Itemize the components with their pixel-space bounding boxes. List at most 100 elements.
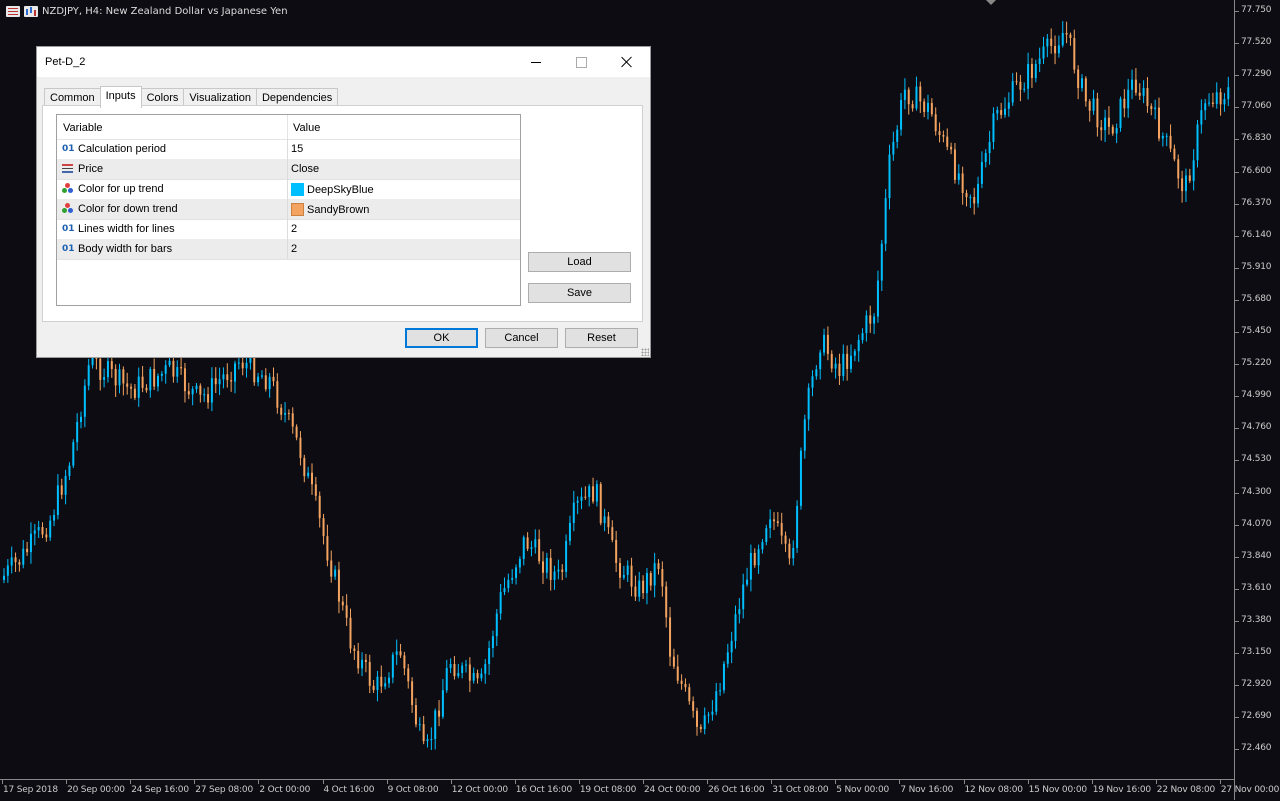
time-label: 31 Oct 08:00	[772, 785, 829, 795]
candle-body	[930, 102, 933, 115]
candle-body	[330, 560, 333, 577]
candle-body	[60, 485, 63, 495]
close-button[interactable]	[604, 47, 650, 77]
candle-body	[665, 586, 668, 618]
price-tick	[1235, 235, 1239, 237]
input-name: Color for up trend	[78, 183, 164, 195]
candle-body	[164, 365, 167, 374]
dialog-titlebar[interactable]: Pet-D_2	[37, 47, 650, 77]
resize-grip-icon[interactable]	[641, 348, 649, 356]
input-value[interactable]: 2	[291, 223, 297, 235]
candle-body	[684, 683, 687, 688]
chart-shift-marker[interactable]	[986, 0, 996, 5]
input-row-color-down-trend[interactable]: Color for down trend SandyBrown	[57, 199, 520, 220]
candle-body	[476, 673, 479, 679]
chart-type-icon[interactable]	[24, 6, 38, 17]
input-value-text: SandyBrown	[307, 203, 370, 216]
candle-body	[503, 588, 506, 593]
save-button[interactable]: Save	[528, 283, 631, 303]
candle-body	[938, 131, 941, 136]
candle-body	[792, 547, 795, 559]
candle-body	[757, 549, 760, 566]
candle-body	[518, 558, 521, 568]
candle-body	[253, 355, 256, 383]
price-label: 73.380	[1241, 614, 1272, 625]
ok-button[interactable]: OK	[405, 328, 478, 348]
time-label: 7 Nov 16:00	[900, 785, 954, 795]
candle-body	[988, 141, 991, 154]
tab-inputs[interactable]: Inputs	[99, 86, 142, 108]
candle-body	[380, 676, 383, 687]
candle-body	[1215, 92, 1218, 104]
candle-body	[191, 388, 194, 395]
input-value-text: 15	[291, 143, 304, 155]
candle-body	[730, 640, 733, 653]
candle-body	[896, 129, 899, 142]
candle-body	[888, 154, 891, 199]
input-value[interactable]: 2	[291, 243, 297, 255]
candle-body	[303, 457, 306, 477]
candle-body	[703, 715, 706, 730]
candle-body	[364, 659, 367, 663]
load-button[interactable]: Load	[528, 252, 631, 272]
candle-body	[680, 680, 683, 684]
candle-body	[422, 724, 425, 742]
candle-body	[353, 648, 356, 651]
time-axis[interactable]: 17 Sep 2018 20 Sep 00:00 24 Sep 16:00 27 Se…	[0, 779, 1279, 801]
column-divider[interactable]	[287, 115, 288, 139]
candle-body	[699, 726, 702, 730]
maximize-button[interactable]	[558, 47, 604, 77]
time-label: 24 Oct 00:00	[644, 785, 701, 795]
input-value[interactable]: SandyBrown	[291, 203, 369, 216]
candle-body	[1100, 127, 1103, 131]
time-tick	[322, 780, 324, 784]
color-swatch	[291, 183, 304, 196]
input-row-calculation-period[interactable]: 01 Calculation period 15	[57, 139, 520, 160]
candle-body	[927, 102, 929, 112]
input-row-lines-width[interactable]: 01 Lines width for lines 2	[57, 219, 520, 240]
cancel-button[interactable]: Cancel	[485, 328, 558, 348]
candle-body	[815, 369, 818, 377]
reset-button[interactable]: Reset	[565, 328, 638, 348]
price-axis[interactable]: 77.750 77.520 77.290 77.060 76.830 76.600 76.3…	[1234, 0, 1280, 800]
candle-body	[853, 351, 856, 356]
candle-body	[1142, 88, 1145, 96]
input-row-body-width[interactable]: 01 Body width for bars 2	[57, 239, 520, 260]
price-label: 73.150	[1241, 647, 1272, 657]
candle-body	[130, 386, 133, 389]
candle-body	[368, 662, 371, 686]
candle-body	[237, 362, 240, 364]
candle-body	[649, 573, 652, 586]
input-name: Body width for bars	[78, 243, 173, 255]
input-row-color-up-trend[interactable]: Color for up trend DeepSkyBlue	[57, 179, 520, 200]
candle-body	[284, 412, 287, 415]
candle-body	[1057, 45, 1060, 54]
candle-body	[168, 360, 171, 366]
candle-body	[526, 537, 529, 549]
variable-column-header[interactable]: Variable	[63, 122, 103, 134]
candle-body	[218, 379, 221, 385]
candle-body	[449, 663, 452, 669]
input-value[interactable]: 15	[291, 143, 303, 155]
price-tick	[1235, 492, 1239, 494]
candle-body	[318, 495, 321, 519]
candle-body	[538, 539, 541, 562]
input-row-price[interactable]: Price Close	[57, 159, 520, 180]
candle-body	[765, 528, 768, 543]
candle-body	[753, 552, 756, 566]
candle-body	[349, 617, 352, 649]
market-watch-icon[interactable]	[6, 6, 20, 17]
candle-body	[276, 381, 279, 408]
value-column-header[interactable]: Value	[293, 122, 320, 134]
input-value[interactable]: DeepSkyBlue	[291, 183, 374, 196]
candle-body	[1138, 92, 1141, 96]
candle-body	[545, 557, 548, 573]
candle-body	[10, 557, 13, 566]
candle-body	[234, 363, 236, 382]
input-value[interactable]: Close	[291, 163, 319, 175]
candle-body	[950, 146, 953, 150]
candle-body	[1161, 135, 1164, 139]
candle-body	[1077, 69, 1080, 89]
candle-body	[187, 391, 190, 395]
minimize-button[interactable]	[513, 47, 559, 77]
